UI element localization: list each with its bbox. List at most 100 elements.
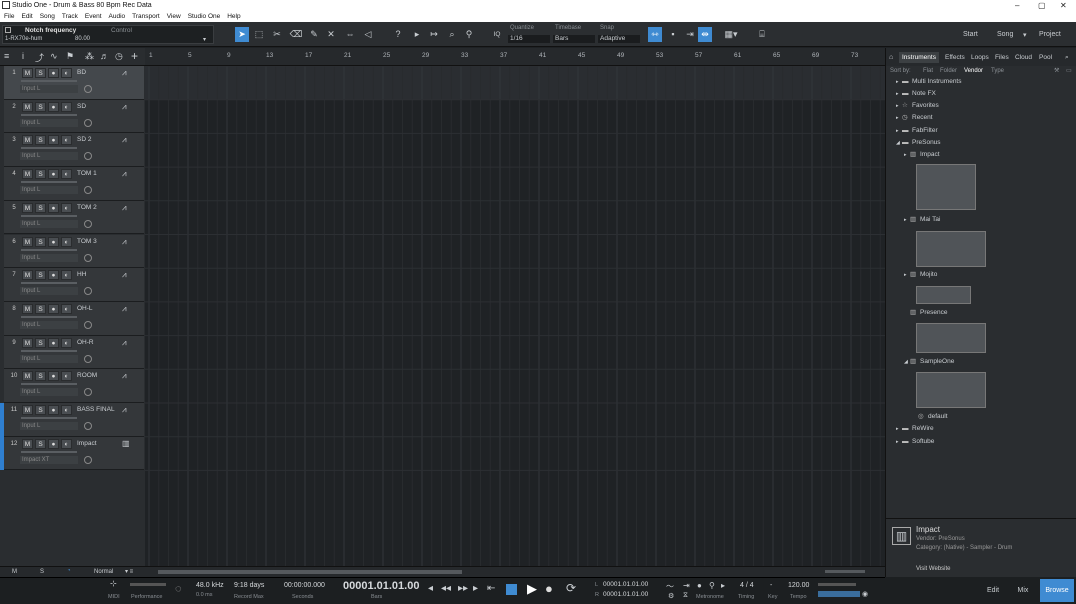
window-icon[interactable]: ▭ xyxy=(1066,66,1072,76)
record-arm-button[interactable]: ● xyxy=(48,135,59,146)
menu-help[interactable]: Help xyxy=(227,11,240,22)
menu-audio[interactable]: Audio xyxy=(109,11,126,22)
track-row[interactable]: 9 M S ● ◐ OH-R ⩘ Input L xyxy=(0,335,144,370)
tab-effects[interactable]: Effects xyxy=(945,54,965,61)
track-name[interactable]: OH-R xyxy=(75,338,117,348)
monitor-button[interactable]: ◐ xyxy=(61,438,72,449)
monitor-icon[interactable] xyxy=(84,253,92,262)
snap-to-grid-icon[interactable]: ⇿ xyxy=(648,27,662,42)
mai-tai-thumbnail[interactable] xyxy=(916,231,986,267)
zoom-slider[interactable] xyxy=(825,570,865,573)
monitor-icon[interactable] xyxy=(84,287,92,296)
mute-button[interactable]: M xyxy=(22,371,33,382)
flag-icon[interactable]: ⚑ xyxy=(66,51,74,62)
bend-tool-icon[interactable]: ⇔ xyxy=(343,27,357,42)
monitor-icon[interactable] xyxy=(84,422,92,430)
time-signature[interactable]: 4 / 4 xyxy=(740,582,754,589)
track-name[interactable]: OH-L xyxy=(75,304,117,314)
mute-button[interactable]: M xyxy=(22,303,33,314)
expand-icon[interactable]: ▸ xyxy=(896,437,899,447)
menu-file[interactable]: File xyxy=(4,11,14,22)
monitor-button[interactable]: ◐ xyxy=(61,270,72,281)
rewind-icon[interactable]: ◂◂ xyxy=(441,583,451,594)
volume-fader[interactable] xyxy=(21,450,77,453)
impact-thumbnail[interactable] xyxy=(916,164,976,210)
record-arm-button[interactable]: ● xyxy=(48,101,59,112)
output-icon[interactable]: ◉ xyxy=(862,590,868,598)
grid-options-icon[interactable]: ▦▾ xyxy=(720,27,742,42)
input-select[interactable]: Input L xyxy=(20,388,78,397)
arrow-tool-icon[interactable]: ➤ xyxy=(235,27,249,42)
record-arm-button[interactable]: ● xyxy=(48,236,59,247)
menu-icon[interactable]: ≡ xyxy=(4,51,9,61)
automation-icon[interactable]: ∿ xyxy=(50,51,58,62)
timebase-select[interactable]: Bars xyxy=(553,35,595,43)
solo-button[interactable]: S xyxy=(35,169,46,180)
monitor-button[interactable]: ◐ xyxy=(61,303,72,314)
browse-view-button[interactable]: Browse xyxy=(1040,579,1074,602)
menu-studio-one[interactable]: Studio One xyxy=(188,11,221,22)
volume-fader[interactable] xyxy=(21,315,77,318)
close-button[interactable]: ✕ xyxy=(1060,0,1067,11)
expand-icon[interactable]: ▸ xyxy=(896,89,899,99)
expand-icon[interactable]: ▸ xyxy=(896,101,899,111)
snap-select[interactable]: Adaptive xyxy=(598,35,640,43)
mute-button[interactable]: M xyxy=(22,101,33,112)
volume-fader[interactable] xyxy=(21,113,77,116)
track-row[interactable]: 5 M S ● ◐ TOM 2 ⩘ Input L xyxy=(0,200,144,235)
solo-button[interactable]: S xyxy=(35,405,46,415)
track-name[interactable]: HH xyxy=(75,270,117,280)
track-name[interactable]: TOM 1 xyxy=(75,169,117,179)
visit-website-link[interactable]: Visit Website xyxy=(916,566,950,572)
expand-icon[interactable]: ◢ xyxy=(896,138,900,148)
presence-thumbnail[interactable] xyxy=(916,323,986,353)
volume-fader[interactable] xyxy=(21,349,77,352)
monitor-icon[interactable] xyxy=(84,85,92,93)
mute-button[interactable]: M xyxy=(22,438,33,449)
track-row[interactable]: 3 M S ● ◐ SD 2 ⩘ Input L xyxy=(0,133,144,168)
volume-fader[interactable] xyxy=(21,248,77,251)
track-row[interactable]: 7 M S ● ◐ HH ⩘ Input L xyxy=(0,268,144,302)
solo-button[interactable]: S xyxy=(35,101,46,112)
track-name[interactable]: Impact xyxy=(75,439,117,449)
solo-button[interactable]: S xyxy=(35,438,46,449)
metronome-tool-icon[interactable]: ⚲ xyxy=(462,27,476,42)
info-icon[interactable]: i xyxy=(22,51,24,61)
track-height-select[interactable]: Normal xyxy=(94,569,113,575)
track-row[interactable]: 2 M S ● ◐ SD ⩘ Input L xyxy=(0,99,144,134)
master-volume[interactable] xyxy=(818,591,860,597)
volume-fader[interactable] xyxy=(21,383,77,386)
menu-view[interactable]: View xyxy=(167,11,181,22)
return-to-zero-icon[interactable]: ⇤ xyxy=(487,583,495,594)
minimize-button[interactable]: – xyxy=(1015,0,1019,11)
mute-button[interactable]: M xyxy=(22,337,33,348)
input-select[interactable]: Input L xyxy=(20,287,78,296)
tab-loops[interactable]: Loops xyxy=(971,54,989,61)
record-arm-button[interactable]: ● xyxy=(48,270,59,281)
key-value[interactable]: - xyxy=(770,582,772,589)
track-name[interactable]: BASS FINAL xyxy=(75,405,117,415)
loop-button[interactable]: ⟳ xyxy=(566,581,576,595)
tab-pool[interactable]: Pool xyxy=(1039,54,1052,61)
loop-end[interactable]: 00001.01.01.00 xyxy=(603,591,648,598)
split-tool-icon[interactable]: ✂ xyxy=(270,27,284,42)
autoscroll-icon[interactable]: ↦ xyxy=(427,27,441,42)
record-arm-button[interactable]: ● xyxy=(48,405,59,415)
track-row[interactable]: 6 M S ● ◐ TOM 3 ⩘ Input L xyxy=(0,234,144,269)
input-select[interactable]: Input L xyxy=(20,320,78,329)
go-to-start-icon[interactable]: ◂ xyxy=(428,583,433,594)
tempo-track-icon[interactable]: ⌸ xyxy=(755,27,769,42)
menu-transport[interactable]: Transport xyxy=(132,11,160,22)
timeline-ruler[interactable]: 1 5 9 13 17 21 25 29 33 37 41 45 49 53 57 61 65 69 73 xyxy=(145,48,885,66)
precount-icon[interactable]: 〜 xyxy=(666,581,674,592)
mojito-thumbnail[interactable] xyxy=(916,286,971,304)
track-name[interactable]: BD xyxy=(75,68,117,78)
volume-fader[interactable] xyxy=(21,214,77,217)
record-arm-button[interactable]: ● xyxy=(48,68,59,78)
sampleone-thumbnail[interactable] xyxy=(916,372,986,408)
mute-button[interactable]: M xyxy=(22,270,33,281)
solo-button[interactable]: S xyxy=(35,270,46,281)
maximize-button[interactable]: ▢ xyxy=(1038,0,1046,11)
monitor-button[interactable]: ◐ xyxy=(61,169,72,180)
track-name[interactable]: ROOM xyxy=(75,371,117,381)
